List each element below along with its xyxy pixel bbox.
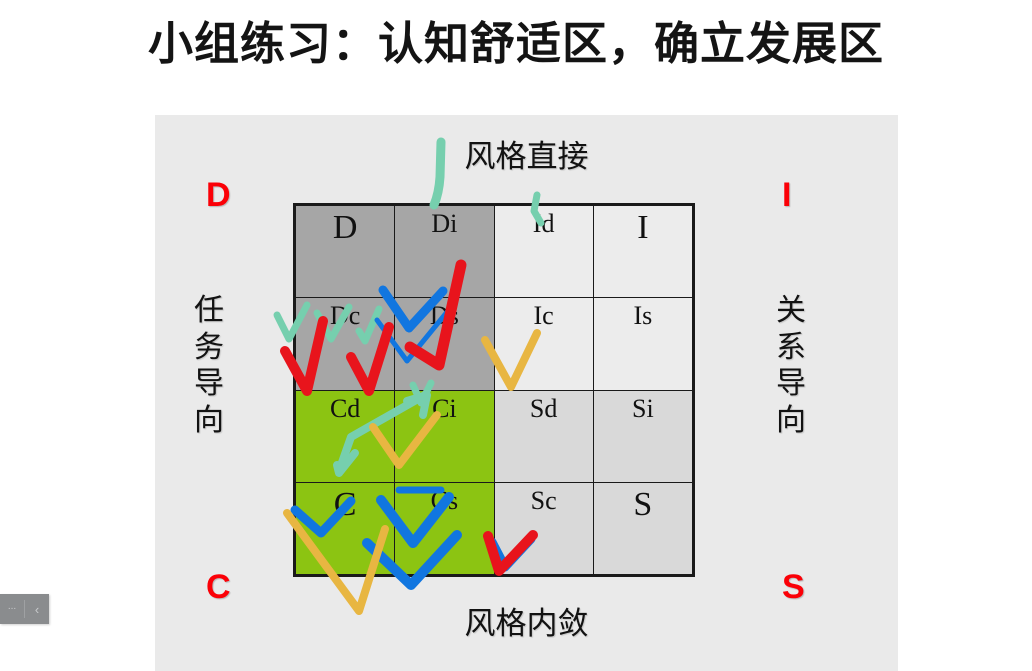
matrix-cell-ic[interactable]: Ic <box>494 298 593 390</box>
matrix-cell-i[interactable]: I <box>593 206 692 298</box>
page-title: 小组练习：认知舒适区，确立发展区 <box>147 17 884 70</box>
matrix-cell-s[interactable]: S <box>593 482 692 574</box>
matrix-cell-label: Dc <box>329 301 361 331</box>
matrix-cell-sc[interactable]: Sc <box>494 482 593 574</box>
matrix-cell-dc[interactable]: Dc <box>296 298 395 390</box>
matrix-cell-label: D <box>332 209 358 246</box>
matrix-cell-ds[interactable]: Ds <box>395 298 494 390</box>
corner-label-c: C <box>206 568 231 606</box>
right-label-char-1: 关 <box>776 293 806 328</box>
matrix-cell-c[interactable]: C <box>296 482 395 574</box>
axis-label-right-relationship-oriented: 关 系 导 向 <box>768 293 814 439</box>
corner-label-s: S <box>782 568 805 606</box>
left-label-char-4: 向 <box>194 402 224 438</box>
matrix-cell-ci[interactable]: Ci <box>395 390 494 482</box>
matrix-cell-label: Id <box>532 209 555 238</box>
right-label-char-3: 导 <box>776 366 806 402</box>
matrix-cell-label: Cd <box>329 393 361 423</box>
matrix-cell-is[interactable]: Is <box>593 298 692 390</box>
corner-label-i: I <box>782 176 792 214</box>
matrix-cell-label: Di <box>431 209 458 238</box>
matrix-cell-cd[interactable]: Cd <box>296 390 395 482</box>
matrix-cell-label: Ci <box>432 393 457 423</box>
disc-diagram-panel: D I C S 风格直接 风格内敛 任 务 导 向 关 系 导 向 D Di Id I… <box>155 115 898 671</box>
matrix-cell-di[interactable]: Di <box>395 206 494 298</box>
matrix-cell-cs[interactable]: Cs <box>395 482 494 574</box>
matrix-cell-label: Is <box>633 301 653 331</box>
left-label-char-2: 务 <box>194 329 224 365</box>
matrix-cell-label: Si <box>632 393 654 423</box>
previous-slide-chevron-icon[interactable]: ‹ <box>25 603 49 616</box>
matrix-cell-label: Ic <box>533 301 554 331</box>
axis-label-left-task-oriented: 任 务 导 向 <box>186 293 232 439</box>
matrix-cell-label: Sd <box>529 393 558 423</box>
presenter-toolbar[interactable]: ... ‹ <box>0 594 49 624</box>
left-label-char-1: 任 <box>194 293 224 328</box>
matrix-cell-label: I <box>637 209 649 246</box>
matrix-cell-label: C <box>333 485 357 523</box>
disc-matrix: D Di Id I Dc Ds Ic Is Cd Ci Sd Si C Cs Sc S <box>293 203 695 577</box>
right-label-char-2: 系 <box>776 329 806 365</box>
matrix-cell-si[interactable]: Si <box>593 390 692 482</box>
axis-label-bottom-reserved-style: 风格内敛 <box>464 606 589 642</box>
matrix-cell-label: S <box>633 485 653 523</box>
matrix-cell-sd[interactable]: Sd <box>494 390 593 482</box>
corner-label-d: D <box>206 176 231 214</box>
axis-label-top-direct-style: 风格直接 <box>464 139 589 175</box>
matrix-cell-label: Sc <box>530 485 557 515</box>
matrix-cell-id[interactable]: Id <box>494 206 593 298</box>
left-label-char-3: 导 <box>194 366 224 402</box>
matrix-cell-label: Cs <box>430 485 459 515</box>
right-label-char-4: 向 <box>776 402 806 438</box>
matrix-cell-label: Ds <box>429 301 459 331</box>
more-options-icon[interactable]: ... <box>0 602 24 617</box>
matrix-cell-d[interactable]: D <box>296 206 395 298</box>
